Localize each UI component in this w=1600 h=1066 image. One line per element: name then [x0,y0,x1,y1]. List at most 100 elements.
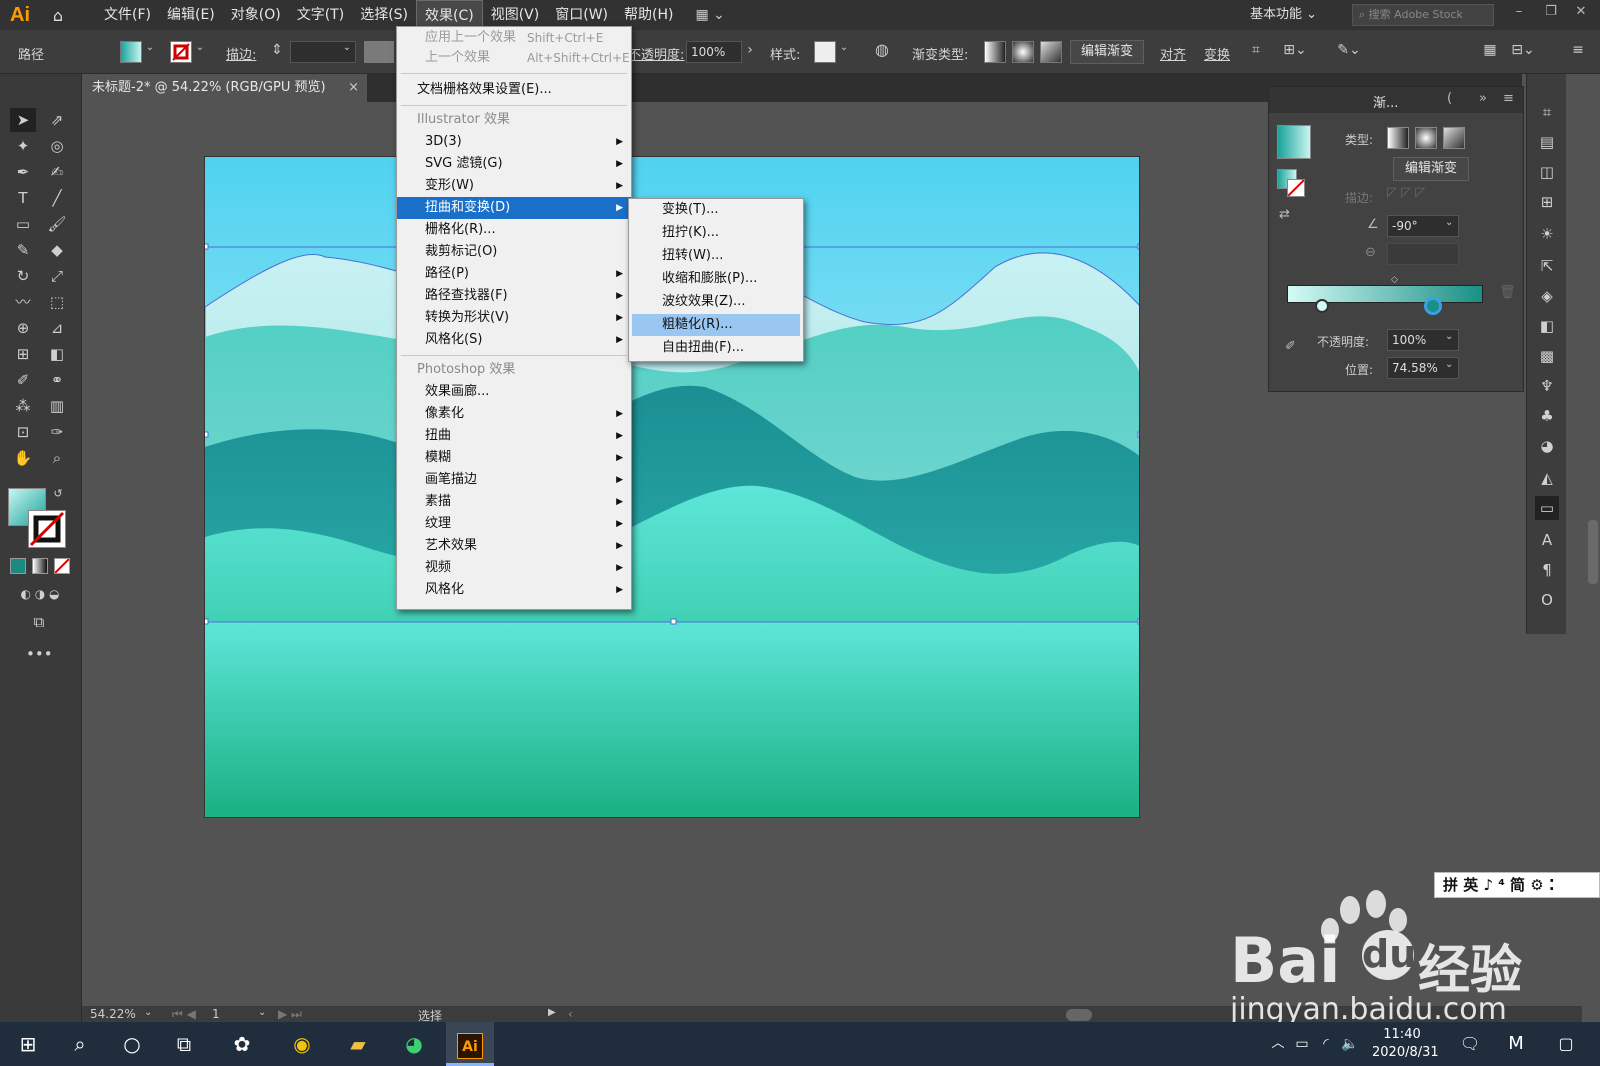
stroke-gradient-options-icon[interactable]: ◸ ◸ ◸ [1387,185,1425,200]
isolate-icon[interactable]: ⌗ [1246,42,1266,58]
hand-tool-icon[interactable]: ✋ [10,446,36,470]
stepper-icon[interactable]: ⇕ [270,42,284,58]
raster-effects-settings[interactable]: 文档栅格效果设置(E)... [397,79,631,101]
chevron-right-icon[interactable]: › [744,42,756,58]
artboard-tool-icon[interactable]: ⊡ [10,420,36,444]
file-explorer-icon[interactable]: ▰ [334,1022,382,1066]
slice-tool-icon[interactable]: ✑ [44,420,70,444]
radial-type-icon[interactable] [1415,127,1437,149]
chevron-down-icon[interactable]: ⌄ [1445,359,1453,370]
menu-item-pathfinder[interactable]: 路径查找器(F) ▶ [397,285,631,307]
menu-item-rasterize[interactable]: 栅格化(R)... [397,219,631,241]
panel-menu-icon[interactable]: ≡ [1568,42,1588,58]
gradient-stroke-swatch[interactable] [1287,179,1305,197]
menu-item-crop-marks[interactable]: 裁剪标记(O) [397,241,631,263]
linear-type-icon[interactable] [1387,127,1409,149]
scale-tool-icon[interactable]: ⤢ [44,264,70,288]
magic-wand-tool-icon[interactable]: ✦ [10,134,36,158]
cortana-icon[interactable]: ○ [108,1022,156,1066]
page-nav-next-icon[interactable]: ▶ ⏭ [278,1007,302,1022]
stock-search-input[interactable]: ⌕ 搜索 Adobe Stock [1352,4,1494,26]
menu-file[interactable]: 文件(F) [96,0,159,30]
symbol-sprayer-tool-icon[interactable]: ⁂ [10,394,36,418]
menu-item-warp[interactable]: 变形(W) ▶ [397,175,631,197]
menu-item-brush-strokes[interactable]: 画笔描边 ▶ [397,469,631,491]
arrange-icon[interactable]: ⊞⌄ [1280,42,1310,58]
symbols-panel-icon[interactable]: ♣ [1535,404,1559,428]
properties-icon[interactable]: ⊟⌄ [1508,42,1538,58]
opacity-field[interactable]: 100% [686,41,742,63]
close-window-icon[interactable]: ✕ [1570,0,1592,26]
lasso-tool-icon[interactable]: ◎ [44,134,70,158]
stroke-label[interactable]: 描边: [226,44,256,63]
panel-menu-icon[interactable]: ≡ [1503,91,1514,106]
transform-link[interactable]: 变换 [1204,44,1230,63]
shape-builder-tool-icon[interactable]: ⊕ [10,316,36,340]
opacity-label[interactable]: 不透明度: [628,44,684,63]
gradient-mode-icon[interactable] [32,558,48,574]
menu-object[interactable]: 对象(O) [223,0,289,30]
color-panel-icon[interactable]: ☀ [1535,222,1559,246]
style-swatch[interactable] [814,41,836,63]
drawing-modes-icon[interactable]: ◐ ◑ ◒ [6,582,74,606]
align-link[interactable]: 对齐 [1160,44,1186,63]
app-m-icon[interactable]: M [1492,1022,1540,1066]
menu-edit[interactable]: 编辑(E) [159,0,223,30]
line-tool-icon[interactable]: ╱ [44,186,70,210]
chevron-down-icon[interactable]: ⌄ [838,42,850,53]
last-effect[interactable]: 上一个效果 Alt+Shift+Ctrl+E [397,47,631,69]
radial-gradient-icon[interactable] [1012,41,1034,63]
layers-panel-icon[interactable]: ◈ [1535,284,1559,308]
restore-icon[interactable]: ❐ [1540,0,1562,26]
gradient-stop-start[interactable] [1315,299,1329,313]
eyedropper-tool-icon[interactable]: ✐ [10,368,36,392]
volume-icon[interactable]: 🔈 [1326,1022,1374,1066]
direct-selection-tool-icon[interactable]: ⇗ [44,108,70,132]
more-tools-icon[interactable]: ••• [26,642,53,666]
windows-start-icon[interactable]: ⊞ [4,1022,52,1066]
stroke-swatch[interactable] [170,41,192,63]
illustrator-taskbar-icon[interactable]: Ai [446,1022,494,1066]
menu-item-3d[interactable]: 3D(3) ▶ [397,131,631,153]
fill-swatch[interactable] [120,41,142,63]
gradient-panel-icon[interactable]: ▭ [1535,496,1559,520]
apply-last-effect[interactable]: 应用上一个效果 Shift+Ctrl+E [397,27,631,49]
arrange-documents-icon[interactable]: ▦ ⌄ [695,7,724,23]
chrome-icon[interactable]: ◉ [278,1022,326,1066]
perspective-grid-tool-icon[interactable]: ⊿ [44,316,70,340]
shaper-tool-icon[interactable]: ✎ [10,238,36,262]
none-mode-icon[interactable] [54,558,70,574]
rectangle-tool-icon[interactable]: ▭ [10,212,36,236]
menu-type[interactable]: 文字(T) [289,0,352,30]
task-view-icon[interactable]: ⧉ [160,1022,208,1066]
freeform-type-icon[interactable] [1443,127,1465,149]
menu-item-texture[interactable]: 纹理 ▶ [397,513,631,535]
linear-gradient-icon[interactable] [984,41,1006,63]
variable-width-swatch[interactable] [364,41,394,63]
chevron-down-icon[interactable]: ⌄ [144,1007,152,1018]
menu-item-path[interactable]: 路径(P) ▶ [397,263,631,285]
menu-item-pixelate[interactable]: 像素化 ▶ [397,403,631,425]
horizontal-scrollbar-thumb[interactable] [1066,1009,1092,1021]
submenu-free-distort[interactable]: 自由扭曲(F)... [632,337,800,359]
export-panel-icon[interactable]: ⇱ [1535,254,1559,278]
minimize-icon[interactable]: – [1508,0,1530,26]
vertical-scrollbar[interactable] [1588,520,1598,584]
pen-tool-icon[interactable]: ✒ [10,160,36,184]
curvature-tool-icon[interactable]: ✍ [44,160,70,184]
swap-colors-icon[interactable]: ↺ [50,482,66,506]
menu-item-effect-gallery[interactable]: 效果画廊... [397,381,631,403]
menu-item-distort[interactable]: 扭曲 ▶ [397,425,631,447]
menu-item-svg-filters[interactable]: SVG 滤镜(G) ▶ [397,153,631,175]
gradient-tab[interactable]: 渐... [1373,92,1398,111]
submenu-tweak[interactable]: 扭拧(K)... [632,222,800,244]
warp-tool-icon[interactable]: 〰 [10,290,36,314]
menu-item-blur[interactable]: 模糊 ▶ [397,447,631,469]
type-tool-icon[interactable]: T [10,186,36,210]
expand-icon[interactable]: » [1479,91,1487,106]
status-menu-icon[interactable]: ▶ [548,1007,556,1018]
menu-item-video[interactable]: 视频 ▶ [397,557,631,579]
menu-item-artistic[interactable]: 艺术效果 ▶ [397,535,631,557]
paintbrush-tool-icon[interactable]: 🖌 [44,212,70,236]
chevron-down-icon[interactable]: ⌄ [1445,331,1453,342]
